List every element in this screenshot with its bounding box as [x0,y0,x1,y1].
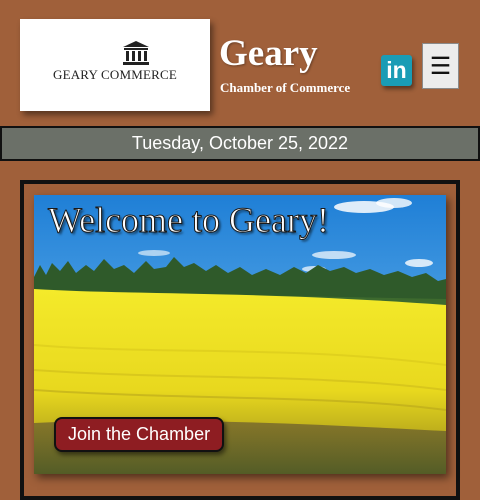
date-bar: Tuesday, October 25, 2022 [0,126,480,161]
linkedin-icon[interactable]: in [381,55,412,86]
logo-text: GEARY COMMERCE [52,67,178,82]
current-date: Tuesday, October 25, 2022 [131,133,349,153]
hero-banner: Welcome to Geary! Join the Chamber [34,195,446,474]
hamburger-menu-icon: ☰ [429,52,452,80]
hero-heading: Welcome to Geary! [48,200,330,241]
join-chamber-button[interactable]: Join the Chamber [54,417,225,452]
site-subtitle: Chamber of Commerce [220,80,351,95]
building-icon [123,41,149,65]
logo[interactable]: GEARY COMMERCE [20,19,210,111]
site-title[interactable]: Geary [219,34,318,74]
hamburger-menu-button[interactable]: ☰ [422,43,459,89]
